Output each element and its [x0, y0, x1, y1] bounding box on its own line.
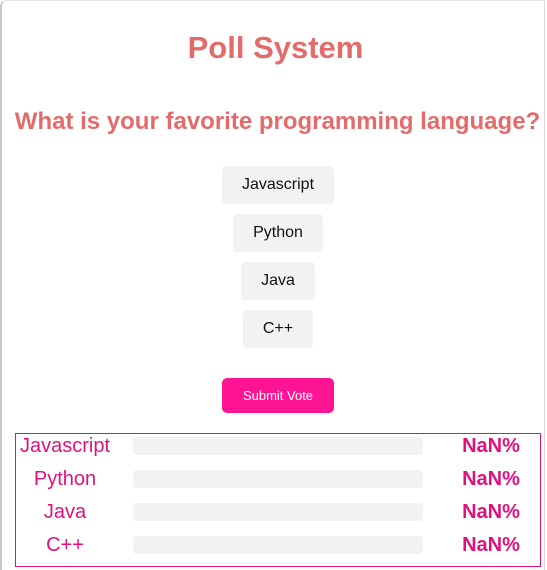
option-button-python[interactable]: Python — [233, 214, 323, 252]
result-row: Javascript NaN% — [16, 434, 540, 458]
page-title: Poll System — [187, 30, 364, 65]
result-progress-bar — [133, 503, 423, 521]
result-label: Python — [33, 468, 97, 490]
result-label: Javascript — [19, 435, 111, 457]
submit-vote-button[interactable]: Submit Vote — [222, 378, 334, 413]
result-row: Python NaN% — [16, 467, 540, 491]
result-progress-bar — [133, 470, 423, 488]
option-button-javascript[interactable]: Javascript — [222, 166, 334, 204]
result-row: Java NaN% — [16, 500, 540, 524]
result-percent: NaN% — [462, 501, 520, 523]
result-progress-bar — [133, 536, 423, 554]
app-window: Poll System What is your favorite progra… — [0, 0, 545, 570]
result-percent: NaN% — [462, 468, 520, 490]
result-progress-bar — [133, 437, 423, 455]
result-label: C++ — [46, 534, 84, 556]
result-row: C++ NaN% — [16, 533, 540, 557]
result-label: Java — [43, 501, 87, 523]
option-button-java[interactable]: Java — [241, 262, 315, 300]
option-button-cpp[interactable]: C++ — [243, 310, 313, 348]
result-percent: NaN% — [462, 534, 520, 556]
results-panel: Javascript NaN% Python NaN% Java NaN% C+… — [15, 433, 541, 567]
poll-question: What is your favorite programming langua… — [14, 108, 541, 135]
result-percent: NaN% — [462, 435, 520, 457]
